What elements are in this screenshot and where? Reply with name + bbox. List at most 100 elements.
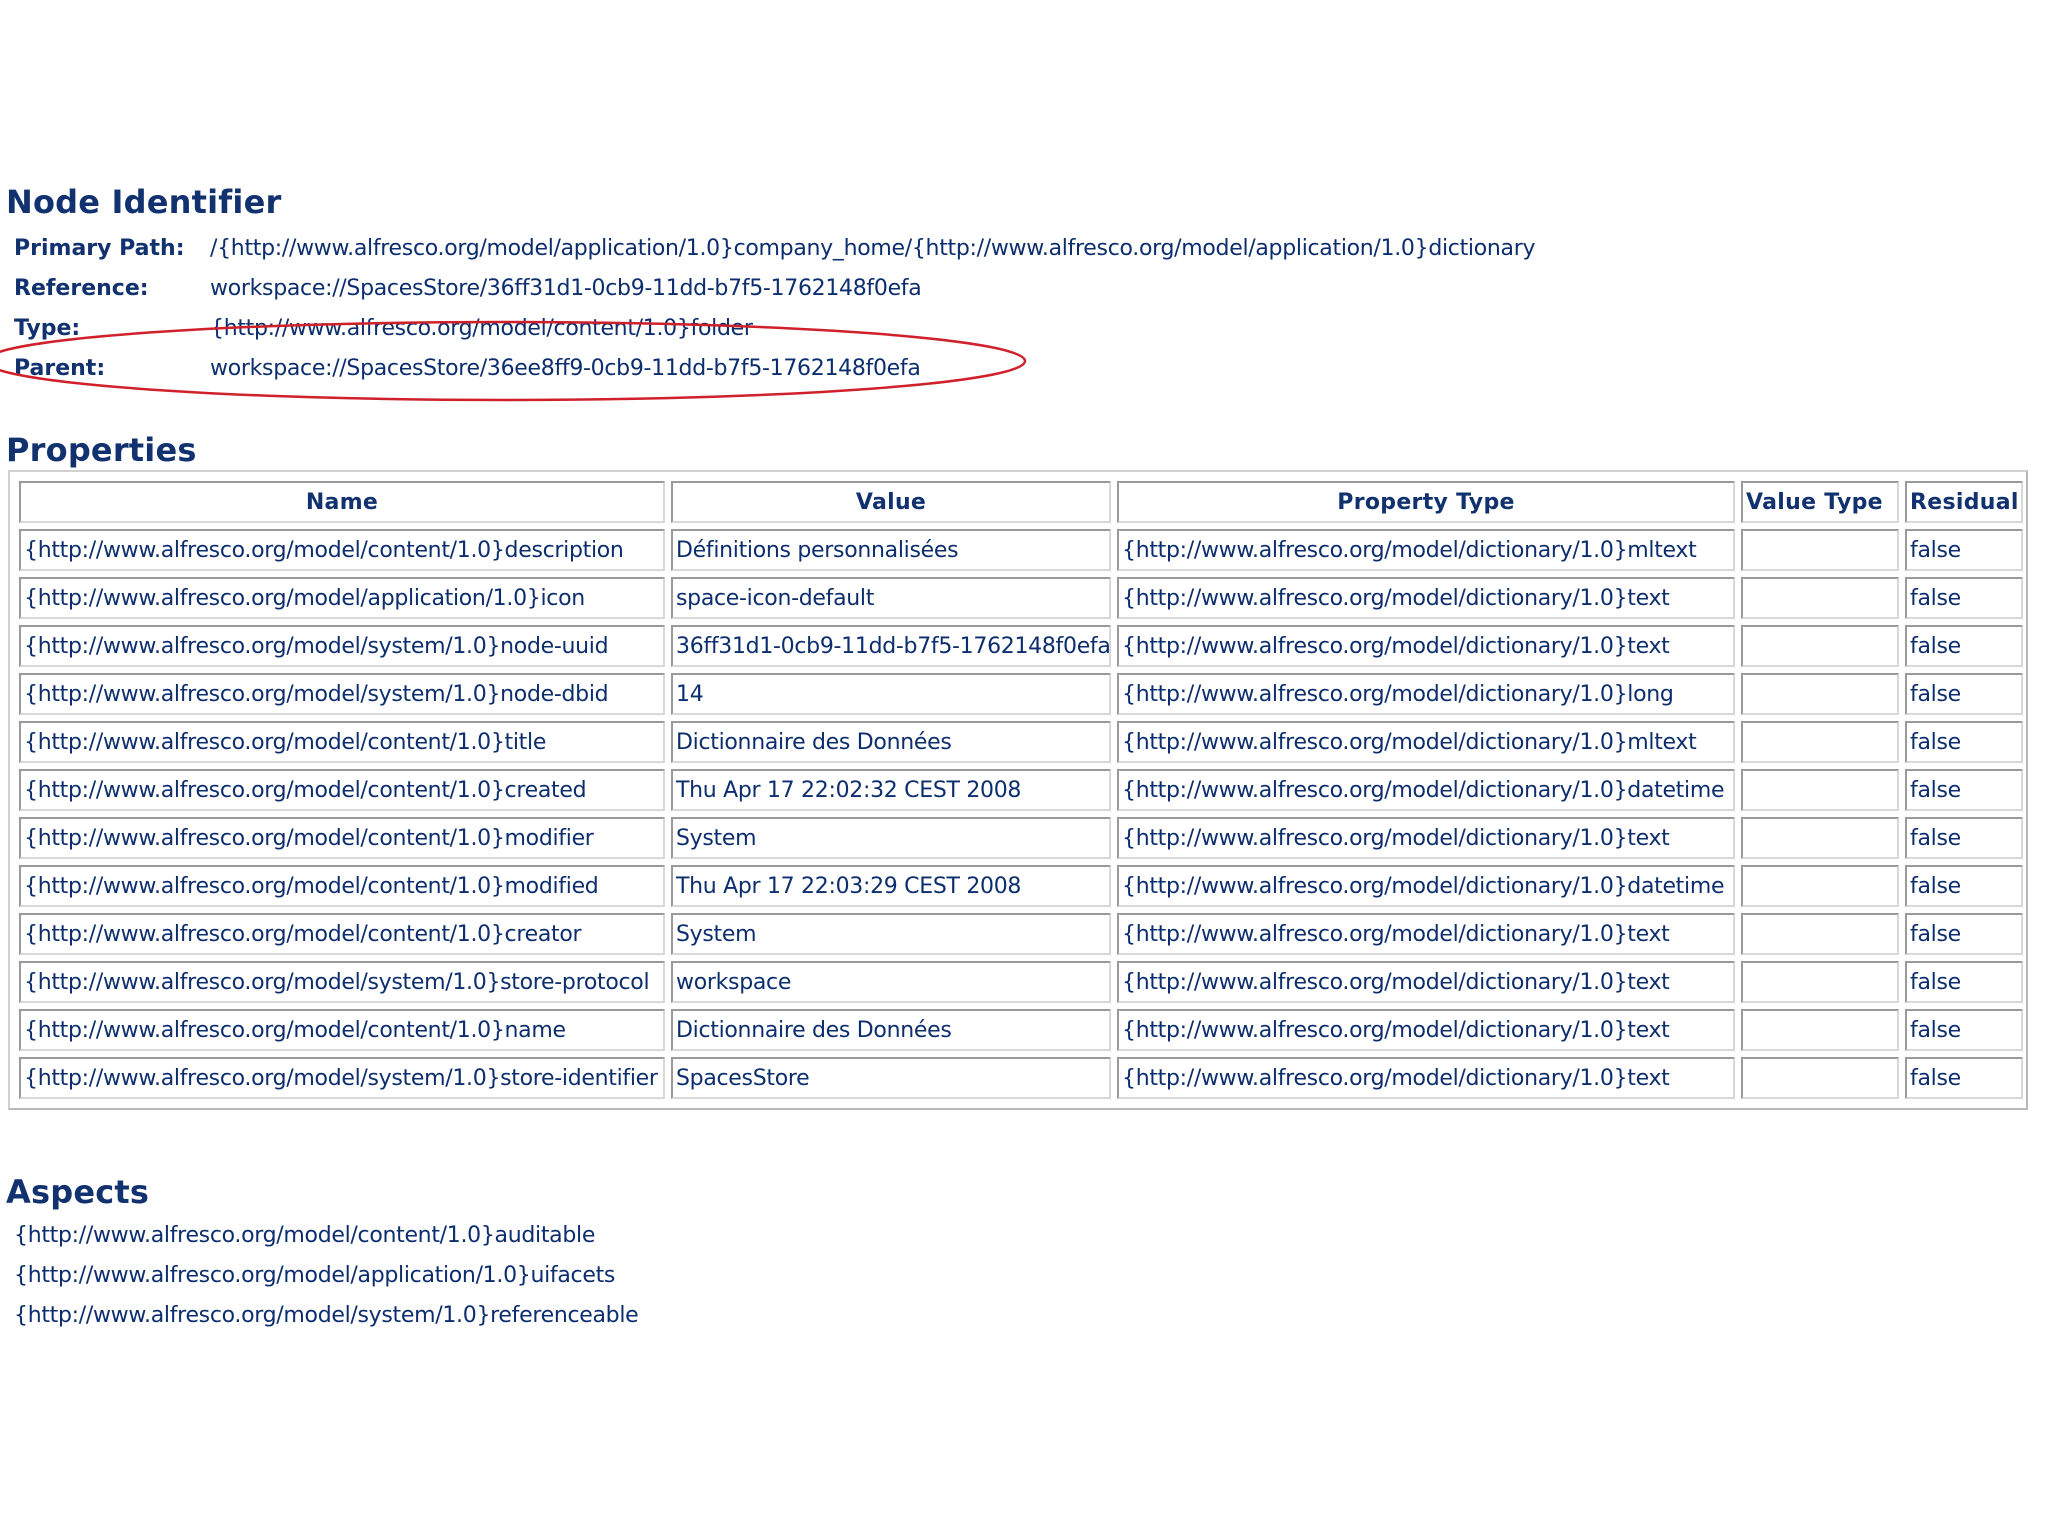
residual-cell: false <box>1905 817 2023 859</box>
property-name-cell: {http://www.alfresco.org/model/content/1… <box>19 1009 665 1051</box>
value-type-cell <box>1741 1009 1899 1051</box>
properties-table-frame: Name Value Property Type Value Type Resi… <box>8 470 2028 1110</box>
property-value-cell: System <box>671 817 1111 859</box>
property-value-cell: Dictionnaire des Données <box>671 1009 1111 1051</box>
residual-cell: false <box>1905 673 2023 715</box>
property-row: {http://www.alfresco.org/model/content/1… <box>19 817 2023 859</box>
residual-cell: false <box>1905 529 2023 571</box>
residual-cell: false <box>1905 961 2023 1003</box>
property-type-cell: {http://www.alfresco.org/model/dictionar… <box>1117 961 1735 1003</box>
property-type-cell: {http://www.alfresco.org/model/dictionar… <box>1117 577 1735 619</box>
property-row: {http://www.alfresco.org/model/content/1… <box>19 865 2023 907</box>
properties-table: Name Value Property Type Value Type Resi… <box>13 475 2029 1105</box>
column-header-name: Name <box>19 481 665 523</box>
properties-header-row: Name Value Property Type Value Type Resi… <box>19 481 2023 523</box>
property-value-cell: Thu Apr 17 22:03:29 CEST 2008 <box>671 865 1111 907</box>
properties-table-body: {http://www.alfresco.org/model/content/1… <box>19 529 2023 1099</box>
residual-cell: false <box>1905 721 2023 763</box>
property-row: {http://www.alfresco.org/model/content/1… <box>19 769 2023 811</box>
property-name-cell: {http://www.alfresco.org/model/content/1… <box>19 865 665 907</box>
property-row: {http://www.alfresco.org/model/content/1… <box>19 721 2023 763</box>
properties-heading: Properties <box>6 431 197 469</box>
residual-cell: false <box>1905 625 2023 667</box>
property-row: {http://www.alfresco.org/model/system/1.… <box>19 673 2023 715</box>
aspects-heading: Aspects <box>6 1173 150 1211</box>
property-value-cell: workspace <box>671 961 1111 1003</box>
value-type-cell <box>1741 577 1899 619</box>
property-name-cell: {http://www.alfresco.org/model/content/1… <box>19 529 665 571</box>
property-type-cell: {http://www.alfresco.org/model/dictionar… <box>1117 721 1735 763</box>
parent-row: Parent: workspace://SpacesStore/36ee8ff9… <box>14 348 1535 388</box>
primary-path-label: Primary Path: <box>14 235 185 261</box>
reference-row: Reference: workspace://SpacesStore/36ff3… <box>14 268 1535 308</box>
type-label: Type: <box>14 315 81 341</box>
node-identifier-table: Primary Path: /{http://www.alfresco.org/… <box>14 228 1535 388</box>
property-type-cell: {http://www.alfresco.org/model/dictionar… <box>1117 1057 1735 1099</box>
value-type-cell <box>1741 961 1899 1003</box>
property-name-cell: {http://www.alfresco.org/model/system/1.… <box>19 625 665 667</box>
value-type-cell <box>1741 865 1899 907</box>
type-row: Type: {http://www.alfresco.org/model/con… <box>14 308 1535 348</box>
value-type-cell <box>1741 1057 1899 1099</box>
column-header-value-type: Value Type <box>1741 481 1899 523</box>
property-type-cell: {http://www.alfresco.org/model/dictionar… <box>1117 673 1735 715</box>
property-name-cell: {http://www.alfresco.org/model/content/1… <box>19 913 665 955</box>
property-name-cell: {http://www.alfresco.org/model/system/1.… <box>19 673 665 715</box>
property-value-cell: System <box>671 913 1111 955</box>
property-name-cell: {http://www.alfresco.org/model/content/1… <box>19 721 665 763</box>
property-type-cell: {http://www.alfresco.org/model/dictionar… <box>1117 529 1735 571</box>
property-value-cell: SpacesStore <box>671 1057 1111 1099</box>
property-value-cell: space-icon-default <box>671 577 1111 619</box>
aspect-item: {http://www.alfresco.org/model/system/1.… <box>14 1303 639 1328</box>
residual-cell: false <box>1905 1057 2023 1099</box>
property-row: {http://www.alfresco.org/model/system/1.… <box>19 1057 2023 1099</box>
property-name-cell: {http://www.alfresco.org/model/applicati… <box>19 577 665 619</box>
property-row: {http://www.alfresco.org/model/content/1… <box>19 913 2023 955</box>
property-type-cell: {http://www.alfresco.org/model/dictionar… <box>1117 625 1735 667</box>
property-value-cell: Thu Apr 17 22:02:32 CEST 2008 <box>671 769 1111 811</box>
value-type-cell <box>1741 817 1899 859</box>
property-row: {http://www.alfresco.org/model/applicati… <box>19 577 2023 619</box>
property-type-cell: {http://www.alfresco.org/model/dictionar… <box>1117 817 1735 859</box>
parent-value: workspace://SpacesStore/36ee8ff9-0cb9-11… <box>210 355 921 381</box>
property-row: {http://www.alfresco.org/model/system/1.… <box>19 961 2023 1003</box>
residual-cell: false <box>1905 577 2023 619</box>
reference-value: workspace://SpacesStore/36ff31d1-0cb9-11… <box>210 275 922 301</box>
column-header-residual: Residual <box>1905 481 2023 523</box>
aspects-list: {http://www.alfresco.org/model/content/1… <box>14 1216 639 1336</box>
parent-label: Parent: <box>14 355 106 381</box>
property-name-cell: {http://www.alfresco.org/model/content/1… <box>19 769 665 811</box>
residual-cell: false <box>1905 865 2023 907</box>
value-type-cell <box>1741 913 1899 955</box>
value-type-cell <box>1741 769 1899 811</box>
value-type-cell <box>1741 673 1899 715</box>
property-row: {http://www.alfresco.org/model/system/1.… <box>19 625 2023 667</box>
value-type-cell <box>1741 721 1899 763</box>
type-value: {http://www.alfresco.org/model/content/1… <box>210 315 753 341</box>
property-type-cell: {http://www.alfresco.org/model/dictionar… <box>1117 1009 1735 1051</box>
reference-label: Reference: <box>14 275 149 301</box>
residual-cell: false <box>1905 769 2023 811</box>
value-type-cell <box>1741 625 1899 667</box>
property-value-cell: 36ff31d1-0cb9-11dd-b7f5-1762148f0efa <box>671 625 1111 667</box>
property-value-cell: 14 <box>671 673 1111 715</box>
aspect-item: {http://www.alfresco.org/model/content/1… <box>14 1223 596 1248</box>
primary-path-value: /{http://www.alfresco.org/model/applicat… <box>210 235 1536 261</box>
property-value-cell: Définitions personnalisées <box>671 529 1111 571</box>
property-name-cell: {http://www.alfresco.org/model/system/1.… <box>19 1057 665 1099</box>
primary-path-row: Primary Path: /{http://www.alfresco.org/… <box>14 228 1535 268</box>
property-type-cell: {http://www.alfresco.org/model/dictionar… <box>1117 865 1735 907</box>
column-header-property-type: Property Type <box>1117 481 1735 523</box>
aspect-item: {http://www.alfresco.org/model/applicati… <box>14 1263 616 1288</box>
residual-cell: false <box>1905 913 2023 955</box>
node-identifier-heading: Node Identifier <box>6 183 282 221</box>
property-type-cell: {http://www.alfresco.org/model/dictionar… <box>1117 769 1735 811</box>
value-type-cell <box>1741 529 1899 571</box>
property-row: {http://www.alfresco.org/model/content/1… <box>19 529 2023 571</box>
property-row: {http://www.alfresco.org/model/content/1… <box>19 1009 2023 1051</box>
property-value-cell: Dictionnaire des Données <box>671 721 1111 763</box>
residual-cell: false <box>1905 1009 2023 1051</box>
column-header-value: Value <box>671 481 1111 523</box>
property-type-cell: {http://www.alfresco.org/model/dictionar… <box>1117 913 1735 955</box>
property-name-cell: {http://www.alfresco.org/model/content/1… <box>19 817 665 859</box>
